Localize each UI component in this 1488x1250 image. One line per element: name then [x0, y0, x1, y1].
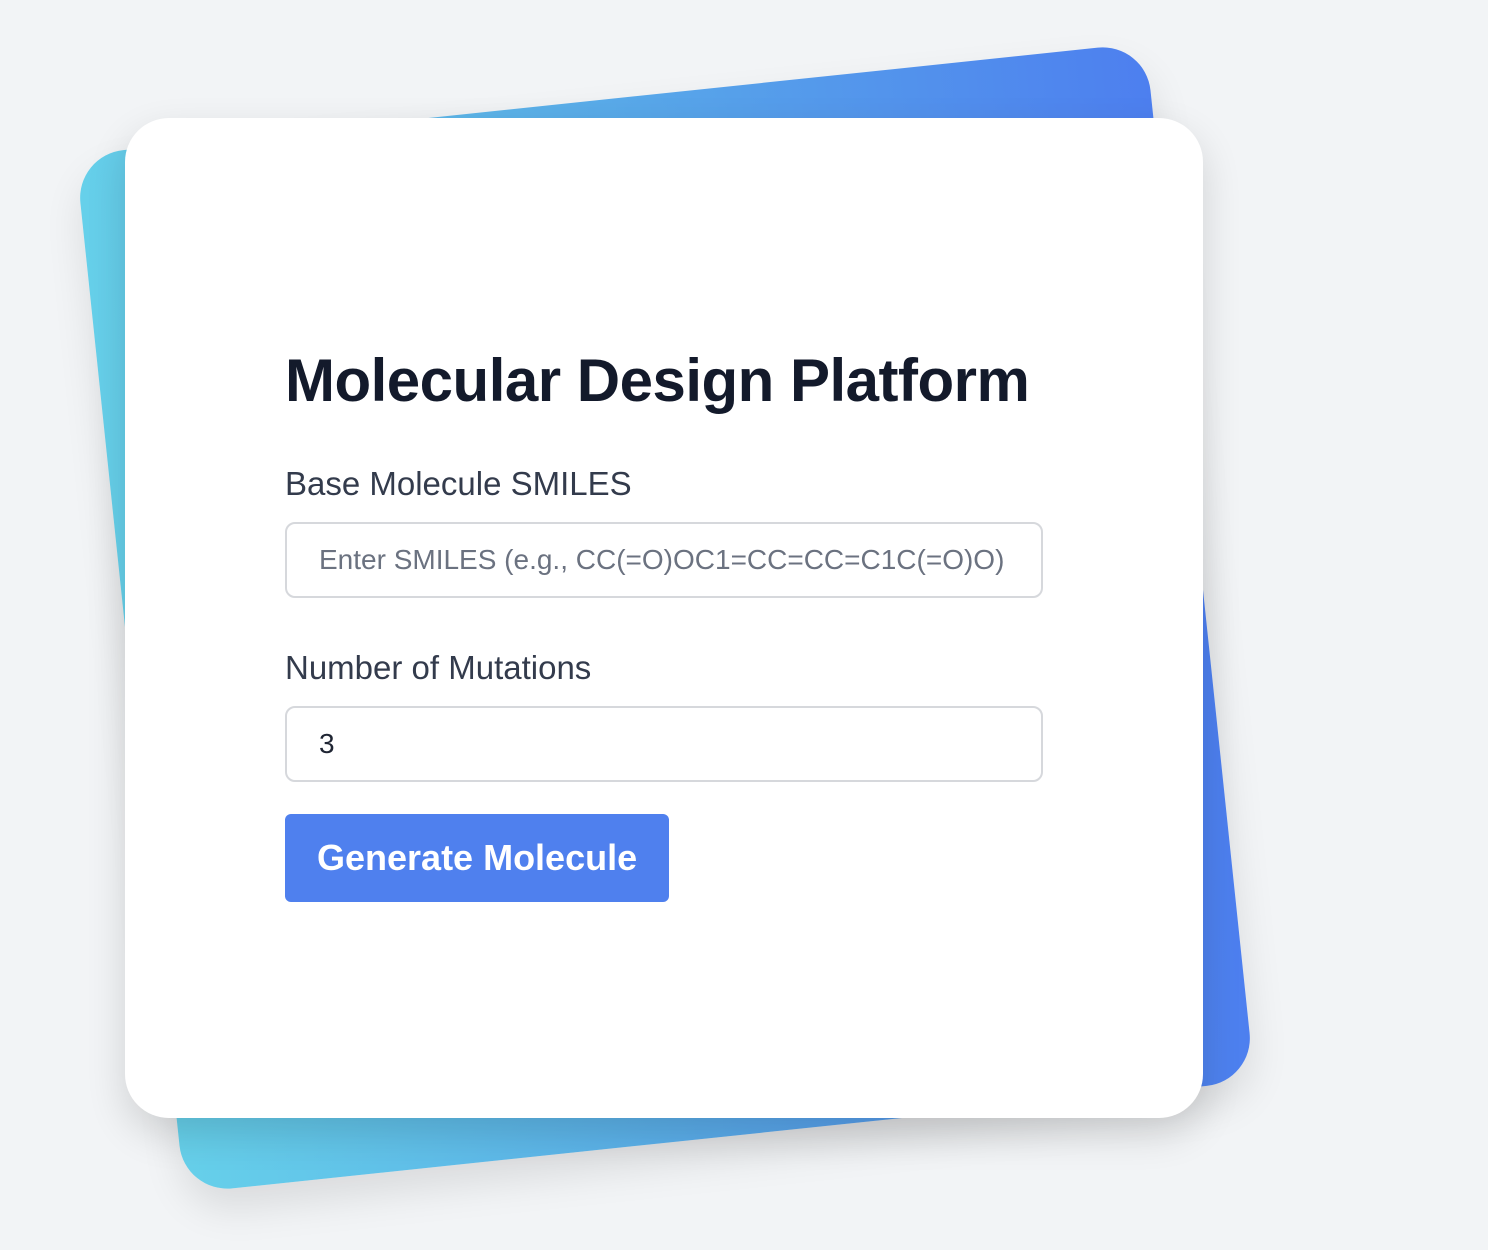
- form-card: Molecular Design Platform Base Molecule …: [125, 118, 1203, 1118]
- molecule-form: Molecular Design Platform Base Molecule …: [285, 346, 1043, 902]
- mutations-label: Number of Mutations: [285, 649, 592, 686]
- page-title: Molecular Design Platform: [285, 347, 1030, 414]
- mutations-input[interactable]: [285, 706, 1043, 782]
- smiles-label: Base Molecule SMILES: [285, 465, 632, 502]
- generate-molecule-button[interactable]: Generate Molecule: [285, 814, 670, 902]
- smiles-input[interactable]: [285, 522, 1043, 598]
- page-stage: Molecular Design Platform Base Molecule …: [0, 0, 1488, 1250]
